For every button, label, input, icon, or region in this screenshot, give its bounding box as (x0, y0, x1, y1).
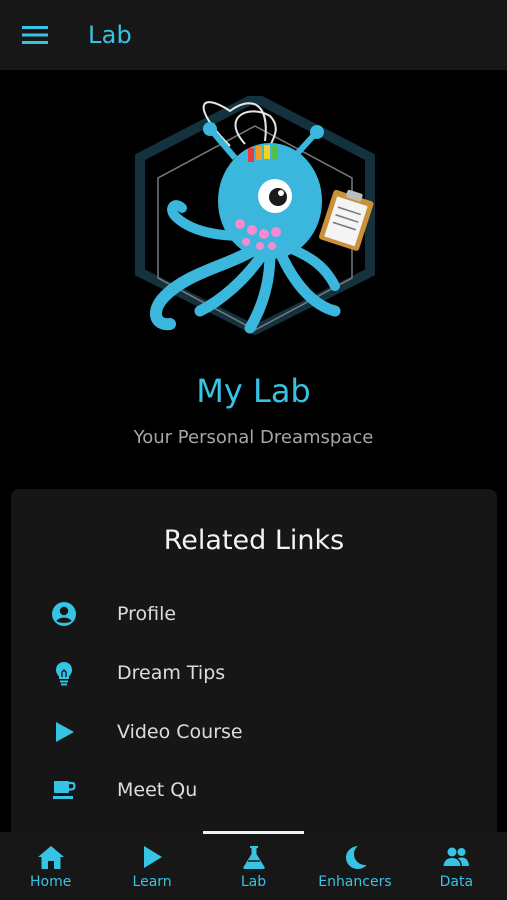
hero-title: My Lab (196, 372, 311, 410)
hamburger-menu-icon (22, 26, 48, 44)
link-label: Meet Qu (117, 779, 198, 801)
related-links-title: Related Links (163, 525, 345, 556)
link-profile[interactable]: Profile (11, 589, 497, 639)
top-app-bar: Lab (0, 0, 507, 70)
play-icon (49, 717, 79, 747)
lightbulb-icon (49, 658, 79, 688)
active-tab-indicator (203, 831, 304, 834)
hero-section: My Lab Your Personal Dreamspace (0, 70, 507, 490)
related-links-card: Related Links Profile Dream Tips Video C… (11, 489, 497, 849)
page-title: Lab (88, 21, 132, 49)
link-dream-tips[interactable]: Dream Tips (11, 648, 497, 698)
octopus-mascot-logo (135, 96, 375, 336)
link-label: Profile (117, 603, 177, 625)
home-icon (37, 846, 64, 869)
play-icon (144, 846, 163, 868)
nav-label: Learn (132, 874, 172, 890)
nav-learn[interactable]: Learn (101, 832, 202, 900)
nav-lab[interactable]: Lab (203, 832, 304, 900)
nav-data[interactable]: Data (406, 832, 507, 900)
coffee-cup-icon (49, 775, 79, 805)
hero-subtitle: Your Personal Dreamspace (133, 427, 374, 448)
nav-label: Enhancers (318, 874, 392, 890)
link-video-course[interactable]: Video Course (11, 707, 497, 757)
menu-button[interactable] (0, 0, 70, 70)
nav-enhancers[interactable]: Enhancers (304, 832, 405, 900)
nav-label: Home (30, 874, 72, 890)
people-icon (443, 847, 470, 866)
bottom-navigation: Home Learn Lab Enhancers Data (0, 832, 507, 900)
link-label: Dream Tips (117, 662, 226, 684)
moon-icon (345, 846, 367, 869)
link-label: Video Course (117, 721, 243, 743)
link-meet-qu[interactable]: Meet Qu (11, 765, 497, 815)
nav-home[interactable]: Home (0, 832, 101, 900)
flask-icon (242, 846, 265, 869)
nav-label: Lab (240, 874, 267, 890)
profile-icon (49, 599, 79, 629)
nav-label: Data (439, 874, 474, 890)
